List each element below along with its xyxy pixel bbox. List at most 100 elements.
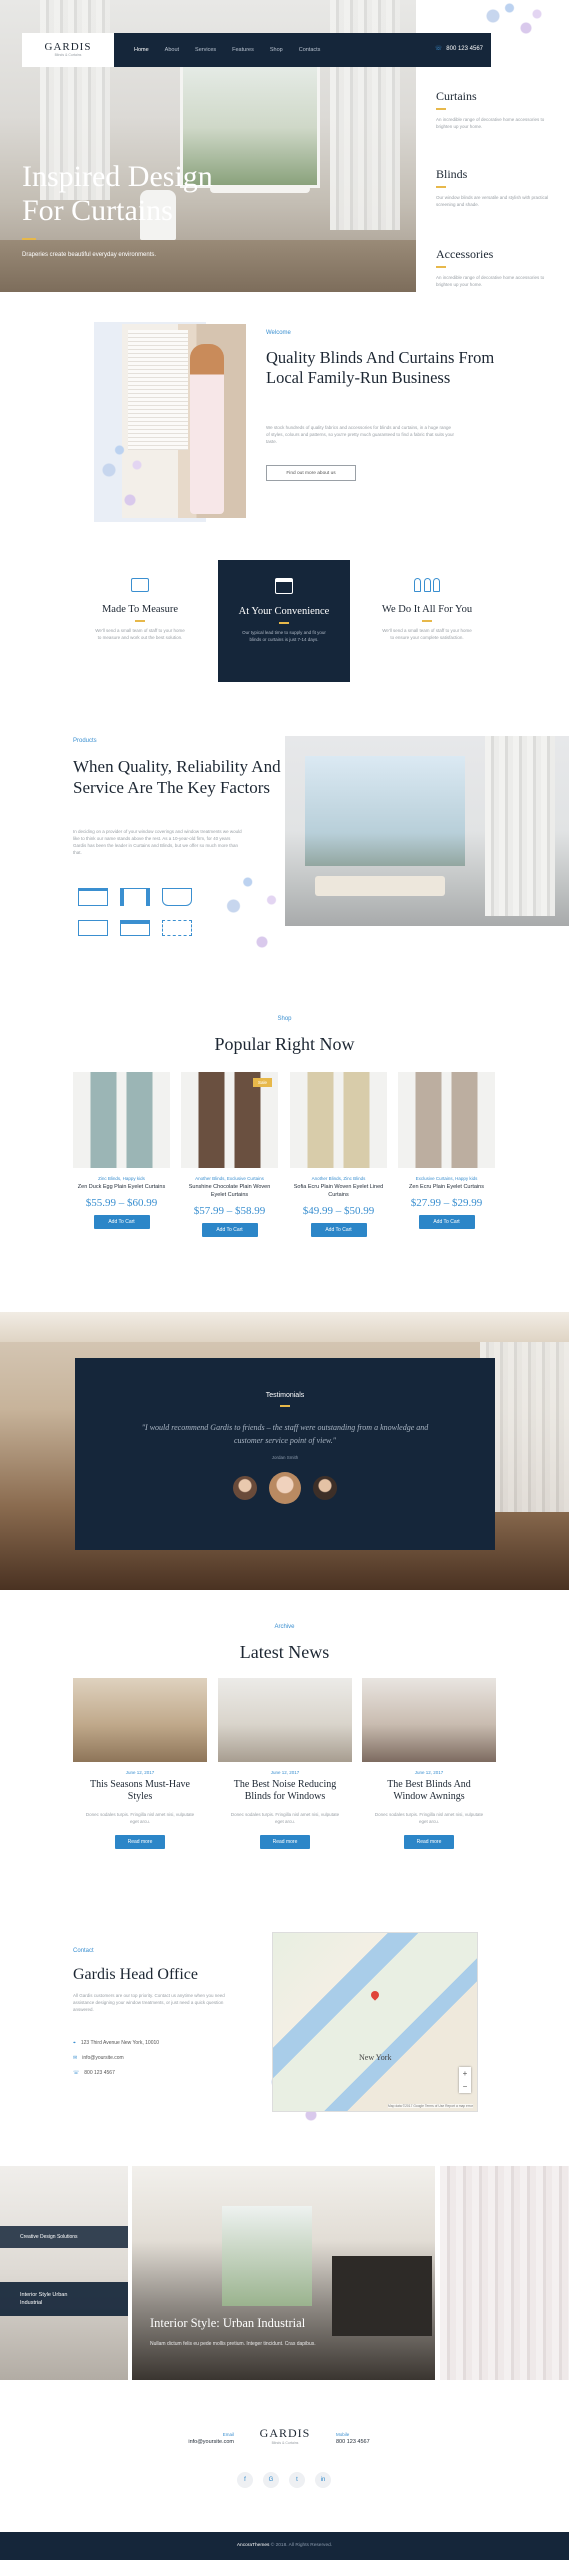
footer-logo-text: GARDIS bbox=[259, 2426, 311, 2440]
add-to-cart-button[interactable]: Add To Cart bbox=[418, 1215, 475, 1229]
header-phone[interactable]: ☏ 800 123 4567 bbox=[435, 45, 483, 53]
read-more-button[interactable]: Read more bbox=[404, 1835, 454, 1849]
gallery-card[interactable]: Creative Design Solutions bbox=[0, 2226, 128, 2248]
news-card[interactable]: June 12, 2017 The Best Noise Reducing Bl… bbox=[218, 1678, 352, 1849]
contact-phone-row[interactable]: ☏ 800 123 4567 bbox=[73, 2066, 159, 2081]
product-name[interactable]: Zen Ecru Plain Eyelet Curtains bbox=[398, 1183, 495, 1191]
drape-icon[interactable] bbox=[162, 888, 192, 906]
product-image: Sale bbox=[181, 1072, 278, 1168]
feature-title: Made To Measure bbox=[101, 604, 179, 615]
location-icon: ⌖ bbox=[73, 2040, 76, 2046]
side-item-accessories[interactable]: Accessories An incredible range of decor… bbox=[436, 247, 549, 288]
welcome-woman bbox=[190, 344, 224, 514]
news-date: June 12, 2017 bbox=[270, 1770, 300, 1775]
product-name[interactable]: Zen Duck Egg Plain Eyelet Curtains bbox=[73, 1183, 170, 1191]
avatar[interactable] bbox=[313, 1475, 337, 1500]
footer-logo[interactable]: GARDIS Blinds & Curtains bbox=[250, 2426, 320, 2445]
blinds-icon[interactable] bbox=[78, 888, 108, 906]
feature-title: At Your Convenience bbox=[238, 606, 330, 617]
read-more-button[interactable]: Read more bbox=[115, 1835, 165, 1849]
product-category[interactable]: Exclusive Curtains, Happy kids bbox=[398, 1176, 495, 1181]
roller-icon[interactable] bbox=[120, 920, 150, 936]
nav-shop[interactable]: Shop bbox=[270, 47, 283, 53]
testimonial-author: Jordan Smith bbox=[271, 1454, 299, 1460]
map-attribution: Map data ©2017 Google Terms of Use Repor… bbox=[387, 2104, 473, 2108]
nav-contacts[interactable]: Contacts bbox=[299, 47, 321, 53]
nav-features[interactable]: Features bbox=[232, 47, 254, 53]
news-image bbox=[362, 1678, 496, 1762]
footer-bar: AncoraThemes © 2018. All Rights Reserved… bbox=[0, 2532, 569, 2560]
contact-email-row[interactable]: ✉ info@yoursite.com bbox=[73, 2051, 159, 2066]
gallery-main-title[interactable]: Interior Style: Urban Industrial bbox=[150, 2316, 305, 2331]
gallery-card-active[interactable]: Interior Style Urban Industrial bbox=[0, 2282, 128, 2316]
contact-email[interactable]: info@yoursite.com bbox=[82, 2055, 123, 2061]
add-to-cart-button[interactable]: Add To Cart bbox=[201, 1223, 258, 1237]
news-card[interactable]: June 12, 2017 The Best Blinds And Window… bbox=[362, 1678, 496, 1849]
about-us-button[interactable]: Find out more about us bbox=[266, 465, 356, 481]
hero-subtitle: Draperies create beautiful everyday envi… bbox=[22, 252, 157, 258]
add-to-cart-button[interactable]: Add To Cart bbox=[93, 1215, 150, 1229]
curtain-icon[interactable] bbox=[120, 888, 150, 906]
nav-about[interactable]: About bbox=[165, 47, 179, 53]
product-category[interactable]: Another Blinds, Exclusive Curtains bbox=[181, 1176, 278, 1181]
contact-map[interactable]: New York + − Map data ©2017 Google Terms … bbox=[272, 1932, 478, 2112]
linkedin-icon[interactable]: in bbox=[315, 2472, 331, 2488]
phone-icon: ☏ bbox=[73, 2070, 80, 2076]
feature-card-active: At Your Convenience Our typical lead tim… bbox=[218, 560, 350, 682]
logo[interactable]: GARDIS Blinds & Curtains bbox=[22, 33, 114, 67]
product-card[interactable]: Sale Another Blinds, Exclusive Curtains … bbox=[181, 1072, 278, 1237]
shop-section: Shop Popular Right Now Zinc Blinds, Happ… bbox=[0, 1012, 569, 1272]
team-icon bbox=[414, 578, 440, 592]
product-card[interactable]: Another Blinds, Zinc Blinds Sofia Ecru P… bbox=[290, 1072, 387, 1237]
side-item-text: An incredible range of decorative home a… bbox=[436, 116, 545, 129]
welcome-flowers-decor bbox=[88, 430, 158, 530]
product-category[interactable]: Another Blinds, Zinc Blinds bbox=[290, 1176, 387, 1181]
news-card[interactable]: June 12, 2017 This Seasons Must-Have Sty… bbox=[73, 1678, 207, 1849]
mail-icon: ✉ bbox=[73, 2055, 78, 2061]
product-price: $27.99 – $29.99 bbox=[410, 1197, 483, 1209]
copyright-text: © 2018. All Rights Reserved. bbox=[270, 2543, 333, 2548]
testimonial-card: Testimonials "I would recommend Gardis t… bbox=[75, 1358, 495, 1550]
shop-eyebrow: Shop bbox=[277, 1016, 292, 1022]
contact-text: All Gardis customers are our top priorit… bbox=[73, 1993, 225, 2012]
nav-services[interactable]: Services bbox=[195, 47, 216, 53]
contact-phone[interactable]: 800 123 4567 bbox=[84, 2070, 115, 2076]
news-post-title[interactable]: This Seasons Must-Have Styles bbox=[73, 1779, 207, 1803]
map-zoom-controls[interactable]: + − bbox=[459, 2067, 471, 2093]
footer-email[interactable]: info@yoursite.com bbox=[178, 2439, 234, 2445]
news-date: June 12, 2017 bbox=[414, 1770, 444, 1775]
side-item-curtains[interactable]: Curtains An incredible range of decorati… bbox=[436, 89, 549, 167]
copyright-brand[interactable]: AncoraThemes bbox=[237, 2543, 270, 2548]
site-footer: Email info@yoursite.com GARDIS Blinds & … bbox=[0, 2382, 569, 2560]
footer-phone[interactable]: 800 123 4567 bbox=[336, 2439, 396, 2445]
product-category[interactable]: Zinc Blinds, Happy kids bbox=[73, 1176, 170, 1181]
window-icon[interactable] bbox=[78, 920, 108, 936]
footer-logo-sub: Blinds & Curtains bbox=[271, 2441, 299, 2445]
product-name[interactable]: Sofia Ecru Plain Woven Eyelet Lined Curt… bbox=[290, 1183, 387, 1199]
news-post-title[interactable]: The Best Noise Reducing Blinds for Windo… bbox=[218, 1779, 352, 1803]
avatar-active[interactable] bbox=[269, 1471, 301, 1504]
side-item-blinds[interactable]: Blinds Our window blinds are versatile a… bbox=[436, 167, 549, 247]
side-item-text: An incredible range of decorative home a… bbox=[436, 274, 545, 287]
news-image bbox=[73, 1678, 207, 1762]
side-item-underline bbox=[436, 266, 446, 268]
google-plus-icon[interactable]: G bbox=[263, 2472, 279, 2488]
product-name[interactable]: Sunshine Chocolate Plain Woven Eyelet Cu… bbox=[181, 1183, 278, 1199]
read-more-button[interactable]: Read more bbox=[260, 1835, 310, 1849]
news-title: Latest News bbox=[239, 1642, 330, 1662]
product-card[interactable]: Exclusive Curtains, Happy kids Zen Ecru … bbox=[398, 1072, 495, 1229]
avatar[interactable] bbox=[233, 1475, 257, 1500]
news-post-title[interactable]: The Best Blinds And Window Awnings bbox=[362, 1779, 496, 1803]
news-section: Archive Latest News June 12, 2017 This S… bbox=[0, 1618, 569, 1888]
news-text: Donec sodales turpis. Fringilla nisl ame… bbox=[85, 1812, 195, 1824]
products-title: When Quality, Reliability And Service Ar… bbox=[73, 757, 281, 797]
shutter-icon[interactable] bbox=[162, 920, 192, 936]
facebook-icon[interactable]: f bbox=[237, 2472, 253, 2488]
map-pin-icon[interactable] bbox=[369, 1989, 381, 2001]
feature-underline bbox=[279, 622, 289, 624]
product-image bbox=[290, 1072, 387, 1168]
add-to-cart-button[interactable]: Add To Cart bbox=[310, 1223, 367, 1237]
twitter-icon[interactable]: t bbox=[289, 2472, 305, 2488]
product-card[interactable]: Zinc Blinds, Happy kids Zen Duck Egg Pla… bbox=[73, 1072, 170, 1229]
nav-home[interactable]: Home bbox=[134, 47, 149, 53]
